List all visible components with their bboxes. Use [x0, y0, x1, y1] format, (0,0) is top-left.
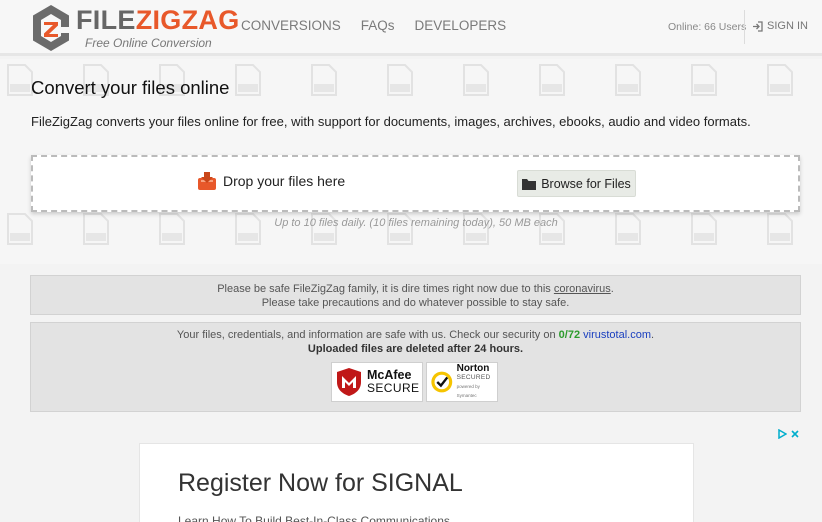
ad-choices — [777, 424, 800, 443]
logo-word-file: FILE — [76, 5, 136, 35]
nav-developers[interactable]: DEVELOPERS — [415, 18, 507, 33]
drop-files-label: Drop your files here — [223, 173, 346, 189]
mcafee-secure-label: SECURE — [367, 381, 420, 395]
sign-in-icon — [753, 20, 763, 32]
logo-word-zigzag: ZIGZAG — [135, 5, 240, 35]
security-notice-line1: Your files, credentials, and information… — [31, 329, 800, 341]
filezigzag-logo[interactable]: FILEZIGZAG Free Online Conversion — [30, 3, 239, 53]
drop-files-target[interactable]: Drop your files here — [197, 171, 345, 191]
converter-hero: Convert your files online FileZigZag con… — [0, 59, 822, 264]
upload-limit-note: Up to 10 files daily. (10 files remainin… — [274, 217, 558, 229]
coronavirus-notice-text: Please be safe FileZigZag family, it is … — [217, 283, 554, 295]
coronavirus-link[interactable]: coronavirus — [554, 283, 611, 295]
browse-files-label: Browse for Files — [541, 176, 631, 191]
ad-title: Register Now for SIGNAL — [178, 469, 463, 497]
main-nav: CONVERSIONS FAQs DEVELOPERS — [241, 18, 526, 33]
virustotal-score-link[interactable]: 0/72 — [559, 329, 580, 341]
virustotal-link[interactable]: virustotal.com — [583, 329, 651, 341]
norton-text: Norton SECURED powered by Symantec — [457, 364, 497, 400]
site-header: FILEZIGZAG Free Online Conversion CONVER… — [0, 0, 822, 56]
online-users-count: Online: 66 Users — [668, 21, 747, 33]
folder-icon — [522, 178, 537, 190]
norton-secured-label: SECURED — [456, 374, 491, 381]
coronavirus-notice-punct: . — [610, 283, 614, 295]
sign-in-label: SIGN IN — [767, 20, 808, 32]
header-divider — [744, 10, 745, 44]
nav-faqs[interactable]: FAQs — [361, 18, 395, 33]
norton-name: Norton — [456, 363, 490, 374]
advertisement-card[interactable]: Register Now for SIGNAL Learn How To Bui… — [139, 443, 694, 522]
coronavirus-notice: Please be safe FileZigZag family, it is … — [30, 275, 801, 315]
ad-subtitle: Learn How To Build Best-In-Class Communi… — [178, 514, 450, 522]
security-notice: Your files, credentials, and information… — [30, 322, 801, 412]
zigzag-logo-icon — [33, 5, 69, 51]
coronavirus-notice-line2: Please take precautions and do whatever … — [261, 297, 570, 309]
security-badges: McAfee SECURE Norton SECURED powered by … — [331, 362, 498, 402]
sign-in-link[interactable]: SIGN IN — [752, 20, 808, 32]
logo-tagline: Free Online Conversion — [85, 36, 212, 50]
mcafee-text: McAfee SECURE — [367, 369, 419, 395]
file-drop-zone[interactable]: Drop your files here Browse for Files — [31, 155, 800, 212]
page-title: Convert your files online — [31, 77, 230, 98]
norton-powered-by: powered by Symantec — [456, 384, 480, 398]
ad-close-icon[interactable] — [790, 424, 800, 443]
nav-conversions[interactable]: CONVERSIONS — [241, 18, 341, 33]
coronavirus-notice-line1: Please be safe FileZigZag family, it is … — [31, 283, 800, 295]
ad-choices-icon[interactable] — [777, 424, 788, 443]
browse-files-button[interactable]: Browse for Files — [517, 170, 636, 197]
security-notice-punct: . — [651, 329, 655, 341]
page-description: FileZigZag converts your files online fo… — [31, 114, 751, 129]
file-deletion-notice: Uploaded files are deleted after 24 hour… — [307, 343, 524, 355]
download-box-icon — [198, 172, 216, 190]
mcafee-secure-badge[interactable]: McAfee SECURE — [331, 362, 423, 402]
norton-secured-badge[interactable]: Norton SECURED powered by Symantec — [426, 362, 498, 402]
security-notice-text: Your files, credentials, and information… — [176, 329, 559, 341]
norton-check-icon — [431, 371, 453, 393]
logo-wordmark: FILEZIGZAG — [76, 5, 240, 36]
mcafee-shield-icon — [337, 368, 361, 396]
